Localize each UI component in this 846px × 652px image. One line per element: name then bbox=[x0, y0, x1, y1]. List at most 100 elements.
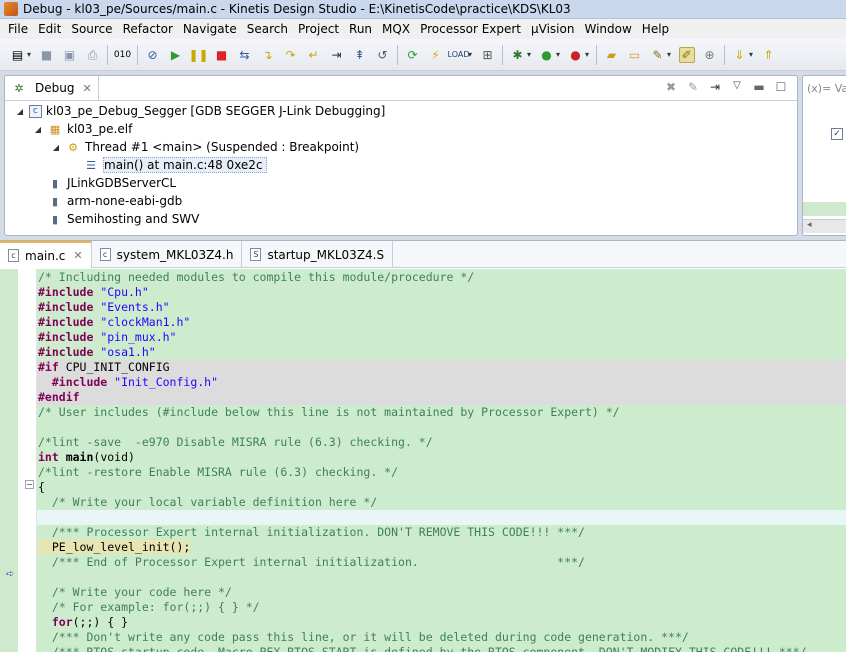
open-folder-icon[interactable]: ▭ bbox=[627, 47, 643, 63]
code-line[interactable]: int main(void) bbox=[37, 450, 846, 465]
run-icon[interactable]: ● bbox=[539, 47, 555, 63]
suspend-icon[interactable]: ❚❚ bbox=[188, 47, 208, 63]
debug-view-tab[interactable]: ✲ Debug ✕ bbox=[5, 76, 99, 100]
print-icon[interactable]: ⎙ bbox=[85, 47, 101, 63]
new-icon[interactable]: ▤ bbox=[10, 47, 26, 63]
code-line[interactable]: /*** Don't write any code pass this line… bbox=[37, 630, 846, 645]
load-icon[interactable]: LOAD bbox=[448, 47, 470, 63]
menu-window[interactable]: Window bbox=[579, 22, 636, 36]
menu-navigate[interactable]: Navigate bbox=[178, 22, 242, 36]
next-annotation-dropdown-icon[interactable]: ▾ bbox=[749, 50, 757, 59]
debug-tree-item[interactable]: ☰ main() at main.c:48 0xe2c bbox=[69, 156, 267, 174]
new-dropdown-icon[interactable]: ▾ bbox=[27, 50, 35, 59]
code-line[interactable]: #include "osa1.h" bbox=[37, 345, 846, 360]
menu-µvision[interactable]: µVision bbox=[526, 22, 579, 36]
menu-mqx[interactable]: MQX bbox=[377, 22, 415, 36]
code-line[interactable]: /* For example: for(;;) { } */ bbox=[37, 600, 846, 615]
close-icon[interactable]: ✕ bbox=[82, 82, 91, 95]
variable-checkbox[interactable]: ✓ bbox=[831, 128, 843, 140]
code-line[interactable]: { bbox=[37, 480, 846, 495]
load-dropdown-icon[interactable]: ▾ bbox=[468, 50, 476, 59]
step-return-icon[interactable]: ↵ bbox=[306, 47, 322, 63]
debug-tree-item[interactable]: ◢ c kl03_pe_Debug_Segger [GDB SEGGER J-Lin… bbox=[15, 102, 385, 120]
code-line[interactable]: #include "Events.h" bbox=[37, 300, 846, 315]
instruction-stepping-icon[interactable]: ⇥ bbox=[329, 47, 345, 63]
skip-breakpoints-icon[interactable]: ⊘ bbox=[145, 47, 161, 63]
editor-tab[interactable]: Sstartup_MKL03Z4.S bbox=[242, 241, 394, 268]
step-filters-icon[interactable]: ⇥ bbox=[707, 80, 723, 96]
menu-source[interactable]: Source bbox=[66, 22, 117, 36]
horizontal-scrollbar[interactable]: ◂ bbox=[803, 219, 846, 233]
resume-icon[interactable]: ▶ bbox=[168, 47, 184, 63]
menu-edit[interactable]: Edit bbox=[33, 22, 66, 36]
code-line[interactable]: #include "pin_mux.h" bbox=[37, 330, 846, 345]
code-line[interactable]: /*lint -restore Enable MISRA rule (6.3) … bbox=[37, 465, 846, 480]
code-area[interactable]: /* Including needed modules to compile t… bbox=[37, 269, 846, 652]
expand-triangle-icon[interactable]: ◢ bbox=[15, 107, 25, 116]
processor-expert-icon[interactable]: ⊞ bbox=[480, 47, 496, 63]
code-line[interactable]: #include "Init_Config.h" bbox=[37, 375, 846, 390]
menu-refactor[interactable]: Refactor bbox=[118, 22, 178, 36]
code-line[interactable] bbox=[37, 420, 846, 435]
refresh-icon[interactable]: ⟳ bbox=[405, 47, 421, 63]
debug-tree-item[interactable]: ▮ JLinkGDBServerCL bbox=[33, 174, 176, 192]
debug-tree-item[interactable]: ▮ arm-none-eabi-gdb bbox=[33, 192, 182, 210]
run-dropdown-icon[interactable]: ▾ bbox=[556, 50, 564, 59]
disconnect-icon[interactable]: ⇆ bbox=[237, 47, 253, 63]
code-line[interactable]: #include "Cpu.h" bbox=[37, 285, 846, 300]
editor-tab[interactable]: c main.c ✕ bbox=[0, 241, 92, 268]
fold-collapse-icon[interactable]: − bbox=[25, 480, 34, 489]
code-line[interactable]: #endif bbox=[37, 390, 846, 405]
code-line[interactable]: /*lint -save -e970 Disable MISRA rule (6… bbox=[37, 435, 846, 450]
menu-file[interactable]: File bbox=[3, 22, 33, 36]
minimize-icon[interactable]: ▬ bbox=[751, 80, 767, 96]
next-annotation-icon[interactable]: ⇓ bbox=[732, 47, 748, 63]
debug-dropdown-icon[interactable]: ▾ bbox=[527, 50, 535, 59]
menu-help[interactable]: Help bbox=[637, 22, 674, 36]
view-menu-icon[interactable]: ▽ bbox=[729, 80, 745, 96]
expand-triangle-icon[interactable]: ◢ bbox=[33, 125, 43, 134]
flash-icon[interactable]: ⚡ bbox=[428, 47, 444, 63]
menu-processor-expert[interactable]: Processor Expert bbox=[415, 22, 526, 36]
menu-search[interactable]: Search bbox=[242, 22, 293, 36]
code-line[interactable] bbox=[37, 510, 846, 525]
build-icon[interactable]: ✎ bbox=[650, 47, 666, 63]
code-line[interactable]: /* Write your local variable definition … bbox=[37, 495, 846, 510]
variables-view-tab[interactable]: (x)= Vari bbox=[807, 82, 846, 95]
debug-tree-item[interactable]: ▮ Semihosting and SWV bbox=[33, 210, 199, 228]
remove-terminated-icon[interactable]: ✖ bbox=[663, 80, 679, 96]
menu-project[interactable]: Project bbox=[293, 22, 344, 36]
code-line[interactable]: /*** RTOS startup code. Macro PEX_RTOS_S… bbox=[37, 645, 846, 652]
connect-icon[interactable]: ✎ bbox=[685, 80, 701, 96]
toggle-mark-icon[interactable]: ⊕ bbox=[702, 47, 718, 63]
debug-tree-item[interactable]: ◢ ⚙ Thread #1 <main> (Suspended : Breakpoi… bbox=[51, 138, 359, 156]
code-line[interactable]: /* User includes (#include below this li… bbox=[37, 405, 846, 420]
new-folder-icon[interactable]: ▰ bbox=[604, 47, 620, 63]
code-line[interactable]: /*** Processor Expert internal initializ… bbox=[37, 525, 846, 540]
external-tools-icon[interactable]: ● bbox=[568, 47, 584, 63]
highlight-icon[interactable]: ✐ bbox=[678, 46, 695, 63]
debug-icon[interactable]: ✱ bbox=[510, 47, 526, 63]
code-line[interactable]: /* Write your code here */ bbox=[37, 585, 846, 600]
debug-tree-item[interactable]: ◢ ▦ kl03_pe.elf bbox=[33, 120, 132, 138]
save-icon[interactable]: ■ bbox=[39, 47, 55, 63]
terminate-icon[interactable]: ■ bbox=[214, 47, 230, 63]
drop-to-frame-icon[interactable]: ⇞ bbox=[352, 47, 368, 63]
step-into-icon[interactable]: ↴ bbox=[260, 47, 276, 63]
editor-tab[interactable]: c system_MKL03Z4.h bbox=[92, 241, 243, 268]
maximize-icon[interactable]: ☐ bbox=[773, 80, 789, 96]
external-tools-dropdown-icon[interactable]: ▾ bbox=[585, 50, 593, 59]
close-icon[interactable]: ✕ bbox=[73, 249, 82, 262]
code-line[interactable]: for(;;) { } bbox=[37, 615, 846, 630]
step-over-icon[interactable]: ↷ bbox=[283, 47, 299, 63]
code-line[interactable]: /* Including needed modules to compile t… bbox=[37, 270, 846, 285]
restart-icon[interactable]: ↺ bbox=[375, 47, 391, 63]
code-line[interactable]: /*** End of Processor Expert internal in… bbox=[37, 555, 846, 570]
code-line[interactable] bbox=[37, 570, 846, 585]
code-line[interactable]: #if CPU_INIT_CONFIG bbox=[37, 360, 846, 375]
build-dropdown-icon[interactable]: ▾ bbox=[667, 50, 675, 59]
binary-icon[interactable]: 010 bbox=[114, 47, 131, 63]
prev-annotation-icon[interactable]: ⇑ bbox=[761, 47, 777, 63]
save-all-icon[interactable]: ▣ bbox=[62, 47, 78, 63]
code-line[interactable]: #include "clockMan1.h" bbox=[37, 315, 846, 330]
